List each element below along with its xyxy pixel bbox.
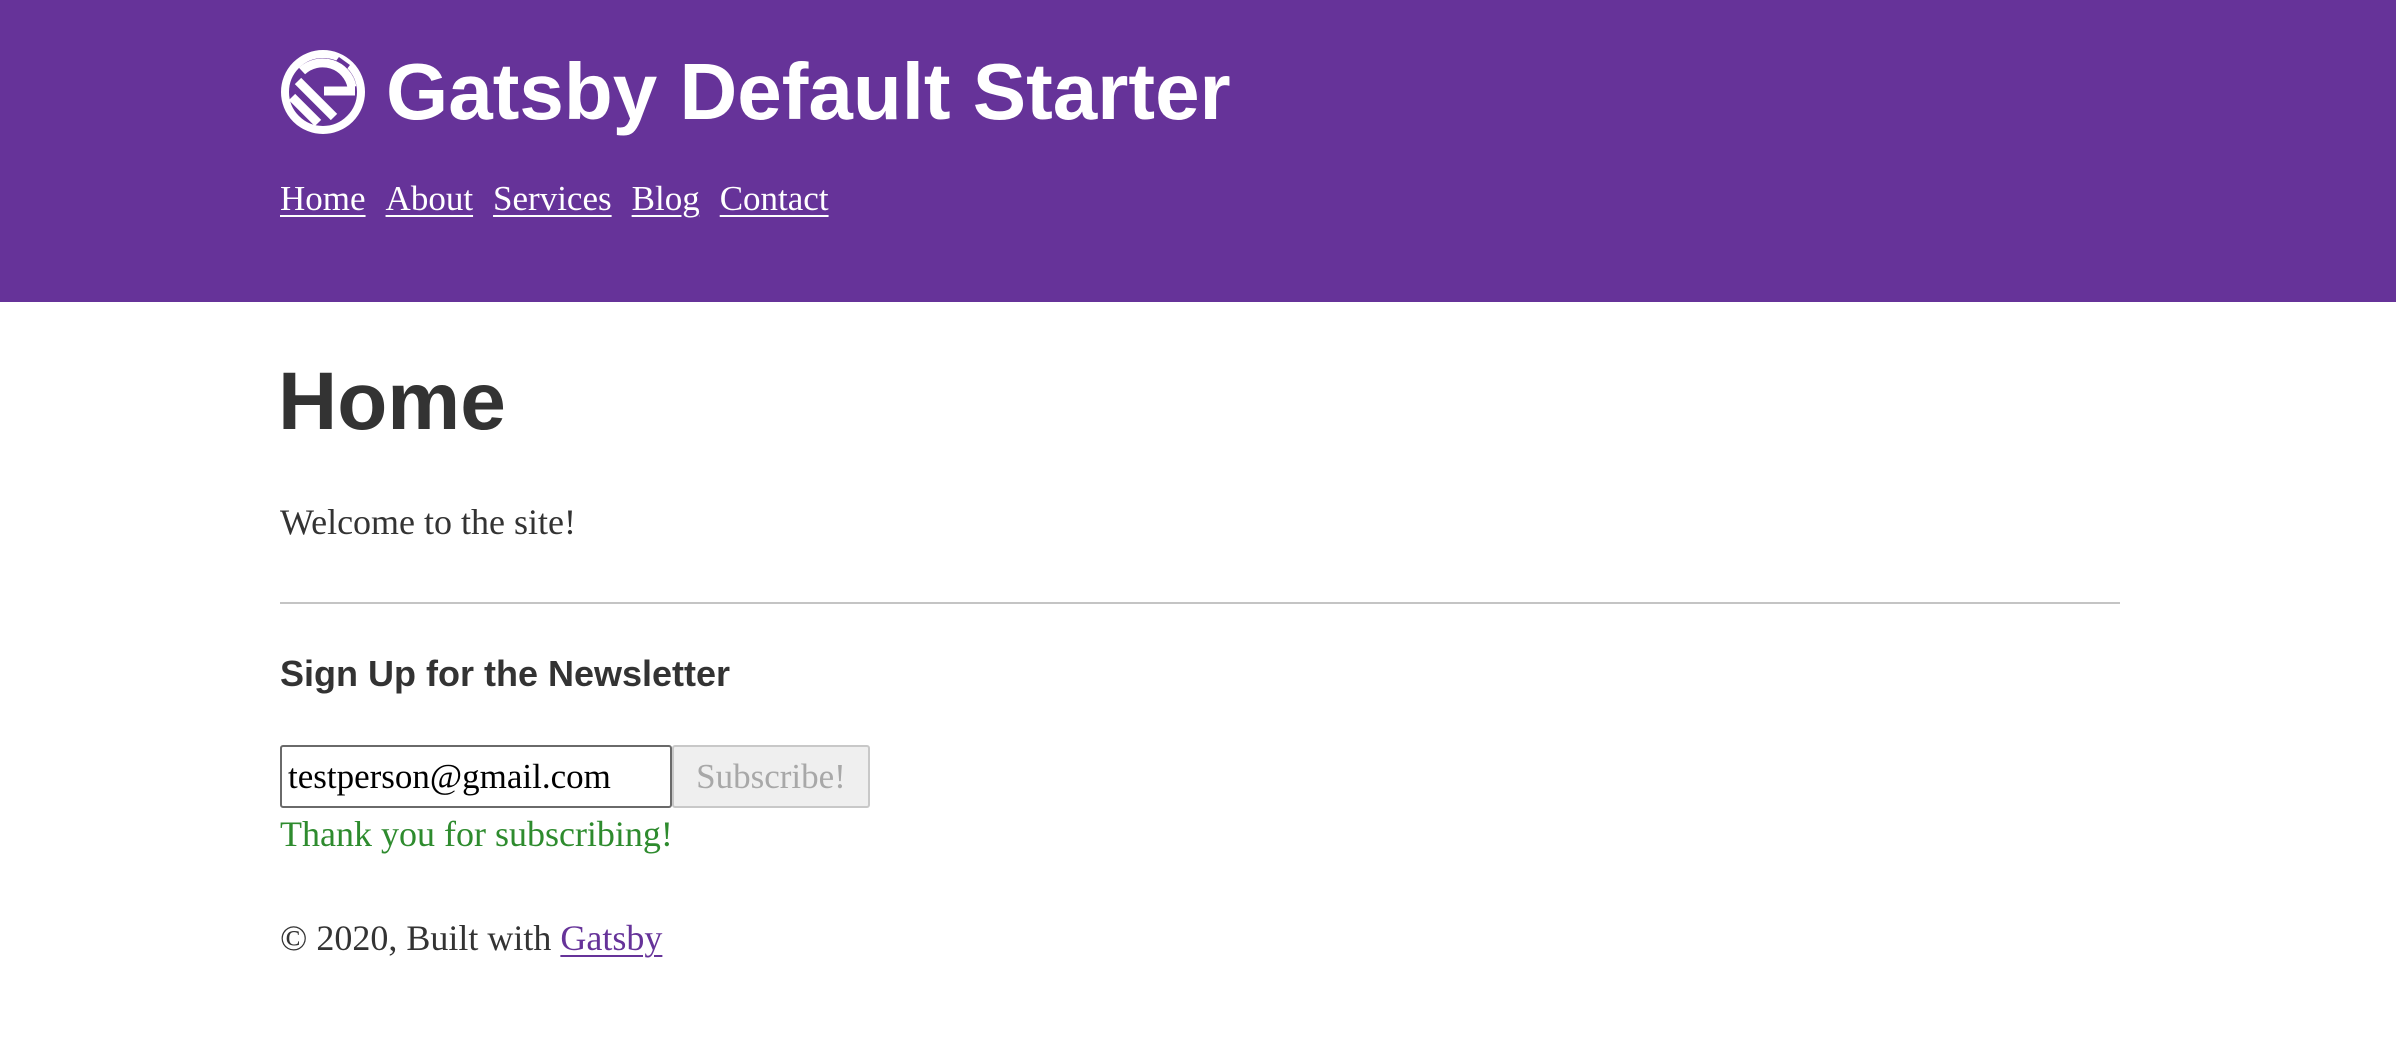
site-footer: © 2020, Built with Gatsby: [280, 914, 662, 962]
page-title: Home: [278, 356, 506, 447]
welcome-text: Welcome to the site!: [280, 502, 576, 542]
site-title[interactable]: Gatsby Default Starter: [386, 42, 1231, 142]
email-input[interactable]: [280, 745, 672, 808]
subscribe-button[interactable]: Subscribe!: [672, 745, 870, 808]
nav-link-about[interactable]: About: [386, 176, 474, 222]
footer-text: © 2020, Built with: [280, 918, 552, 958]
nav-link-services[interactable]: Services: [493, 176, 612, 222]
gatsby-link[interactable]: Gatsby: [560, 918, 662, 958]
divider: [280, 602, 2120, 604]
nav-link-blog[interactable]: Blog: [632, 176, 700, 222]
nav-link-contact[interactable]: Contact: [720, 176, 829, 222]
newsletter-heading: Sign Up for the Newsletter: [280, 653, 731, 694]
main-nav: Home About Services Blog Contact: [280, 176, 829, 222]
gatsby-logo-icon[interactable]: [280, 49, 366, 135]
nav-link-home[interactable]: Home: [280, 176, 366, 222]
site-header: Gatsby Default Starter Home About Servic…: [0, 0, 2396, 302]
subscribe-success-message: Thank you for subscribing!: [280, 814, 673, 854]
